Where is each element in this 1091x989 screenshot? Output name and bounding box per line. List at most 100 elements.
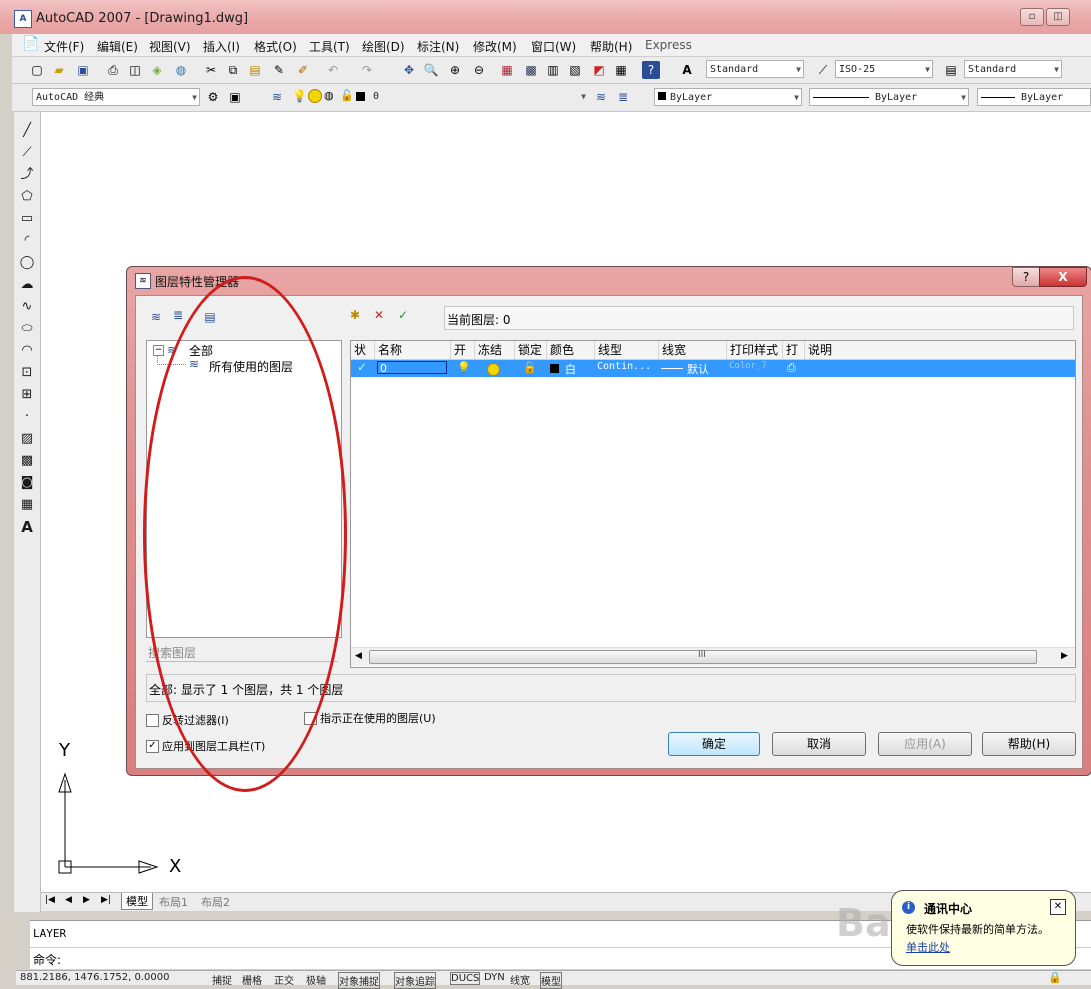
status-polar[interactable]: 极轴 xyxy=(306,972,326,987)
layer-name-cell[interactable]: 0 xyxy=(377,361,447,375)
layer-color-swatch[interactable] xyxy=(550,364,559,373)
help-icon[interactable]: ? xyxy=(642,61,660,79)
tab-next-icon[interactable]: ▶ xyxy=(83,895,90,905)
freeze-viewport-icon[interactable]: ◍ xyxy=(324,89,334,102)
gradient-icon[interactable]: ▩ xyxy=(18,452,36,470)
indicate-used-checkbox[interactable] xyxy=(304,712,317,725)
dim-style-icon[interactable]: ⟋ xyxy=(814,61,832,79)
revision-cloud-icon[interactable]: ☁ xyxy=(18,276,36,294)
open-icon[interactable]: ▰ xyxy=(50,61,68,79)
status-lineweight[interactable]: 线宽 xyxy=(510,972,530,987)
design-center-icon[interactable]: ▩ xyxy=(522,61,540,79)
markup-icon[interactable]: ◩ xyxy=(590,61,608,79)
brush-icon[interactable]: ✎ xyxy=(270,61,288,79)
undo-icon[interactable]: ↶ xyxy=(324,61,342,79)
col-freeze[interactable]: 冻结 xyxy=(475,341,515,359)
col-name[interactable]: 名称 xyxy=(375,341,451,359)
menu-modify[interactable]: 修改(M) xyxy=(473,38,517,55)
make-block-icon[interactable]: ⊞ xyxy=(18,386,36,404)
polyline-icon[interactable]: ⤴ xyxy=(18,166,36,184)
apply-button[interactable]: 应用(A) xyxy=(878,732,972,756)
table-icon[interactable]: ▦ xyxy=(18,496,36,514)
layer-on-icon[interactable]: 💡 xyxy=(457,361,471,374)
menu-express[interactable]: Express xyxy=(645,38,692,52)
layer-manager-icon[interactable]: ≋ xyxy=(268,88,286,106)
status-otrack[interactable]: 对象追踪 xyxy=(394,972,436,989)
pan-icon[interactable]: ✥ xyxy=(400,61,418,79)
col-lineweight[interactable]: 线宽 xyxy=(659,341,727,359)
new-layer-icon[interactable]: ✱ xyxy=(346,306,364,324)
scroll-thumb[interactable]: III xyxy=(369,650,1037,664)
tab-last-icon[interactable]: ▶| xyxy=(101,895,111,905)
layer-previous-icon[interactable]: ≣ xyxy=(614,88,632,106)
menu-format[interactable]: 格式(O) xyxy=(254,38,297,55)
tool-palettes-icon[interactable]: ▥ xyxy=(544,61,562,79)
mtext-icon[interactable]: A xyxy=(18,518,36,536)
status-grid[interactable]: 栅格 xyxy=(242,972,262,987)
col-status[interactable]: 状 xyxy=(351,341,375,359)
delete-layer-icon[interactable]: ✕ xyxy=(370,306,388,324)
lock-icon[interactable]: 🔓 xyxy=(340,89,354,102)
dim-style-combo[interactable]: ISO-25 ▼ xyxy=(835,60,933,78)
polygon-icon[interactable]: ⬠ xyxy=(18,188,36,206)
set-current-icon[interactable]: ✓ xyxy=(394,306,412,324)
status-osnap[interactable]: 对象捕捉 xyxy=(338,972,380,989)
dialog-close-button[interactable]: X xyxy=(1039,267,1087,287)
tab-model[interactable]: 模型 xyxy=(121,893,153,910)
search-layer-input[interactable]: 搜索图层 xyxy=(146,641,338,662)
new-icon[interactable]: ▢ xyxy=(28,61,46,79)
tree-item-used-layers[interactable]: 所有使用的图层 xyxy=(209,358,293,375)
color-combo[interactable]: ByLayer ▼ xyxy=(654,88,802,106)
menu-help[interactable]: 帮助(H) xyxy=(590,38,632,55)
col-linetype[interactable]: 线型 xyxy=(595,341,659,359)
tab-first-icon[interactable]: |◀ xyxy=(45,895,55,905)
sun-icon[interactable] xyxy=(308,89,322,103)
ok-button[interactable]: 确定 xyxy=(668,732,760,756)
col-on[interactable]: 开 xyxy=(451,341,475,359)
layer-states-icon[interactable]: ▤ xyxy=(201,308,219,326)
popup-close-button[interactable]: ✕ xyxy=(1050,899,1066,915)
properties-icon[interactable]: ▦ xyxy=(498,61,516,79)
scroll-right-icon[interactable]: ▶ xyxy=(1061,651,1068,661)
help-button[interactable]: 帮助(H) xyxy=(982,732,1076,756)
rectangle-icon[interactable]: ▭ xyxy=(18,210,36,228)
tab-layout1[interactable]: 布局1 xyxy=(159,894,188,910)
col-lock[interactable]: 锁定 xyxy=(515,341,547,359)
table-style-combo[interactable]: Standard ▼ xyxy=(964,60,1062,78)
tab-prev-icon[interactable]: ◀ xyxy=(65,895,72,905)
scroll-left-icon[interactable]: ◀ xyxy=(355,651,362,661)
status-dyn[interactable]: DYN xyxy=(484,972,505,983)
publish-icon[interactable]: ◈ xyxy=(148,61,166,79)
lineweight-combo[interactable]: ByLayer xyxy=(977,88,1091,106)
status-ducs[interactable]: DUCS xyxy=(450,972,481,985)
menu-tools[interactable]: 工具(T) xyxy=(309,38,350,55)
workspace-settings-icon[interactable]: ⚙ xyxy=(204,88,222,106)
match-properties-icon[interactable]: ✐ xyxy=(294,61,312,79)
line-icon[interactable]: ╱ xyxy=(18,122,36,140)
menu-file[interactable]: 文件(F) xyxy=(44,38,84,55)
save-icon[interactable]: ▣ xyxy=(74,61,92,79)
linetype-combo[interactable]: ByLayer ▼ xyxy=(809,88,969,106)
status-ortho[interactable]: 正交 xyxy=(274,972,294,987)
cut-icon[interactable]: ✂ xyxy=(202,61,220,79)
workspace-combo[interactable]: AutoCAD 经典 ▼ xyxy=(32,88,200,106)
text-style-combo[interactable]: Standard ▼ xyxy=(706,60,804,78)
ellipse-arc-icon[interactable]: ◠ xyxy=(18,342,36,360)
circle-icon[interactable]: ◯ xyxy=(18,254,36,272)
cancel-button[interactable]: 取消 xyxy=(772,732,866,756)
table-row[interactable]: ✓ 0 💡 🔓 白 Contin... 默认 Color_7 ⎙ xyxy=(351,360,1075,377)
dialog-help-button[interactable]: ? xyxy=(1012,267,1040,287)
layer-thaw-icon[interactable] xyxy=(487,363,500,376)
layer-plot-icon[interactable]: ⎙ xyxy=(787,361,796,375)
make-current-layer-icon[interactable]: ≋ xyxy=(592,88,610,106)
redo-icon[interactable]: ↷ xyxy=(358,61,376,79)
copy-icon[interactable]: ⧉ xyxy=(224,61,242,79)
apply-toolbar-checkbox[interactable]: ✓ xyxy=(146,740,159,753)
insert-block-icon[interactable]: ⊡ xyxy=(18,364,36,382)
new-property-filter-icon[interactable]: ≋ xyxy=(147,308,165,326)
construction-line-icon[interactable]: ⟋ xyxy=(18,144,36,162)
horizontal-scrollbar[interactable]: ◀ III ▶ xyxy=(351,647,1075,666)
zoom-window-icon[interactable]: ⊕ xyxy=(446,61,464,79)
preview-icon[interactable]: ◫ xyxy=(126,61,144,79)
ellipse-icon[interactable]: ⬭ xyxy=(18,320,36,338)
